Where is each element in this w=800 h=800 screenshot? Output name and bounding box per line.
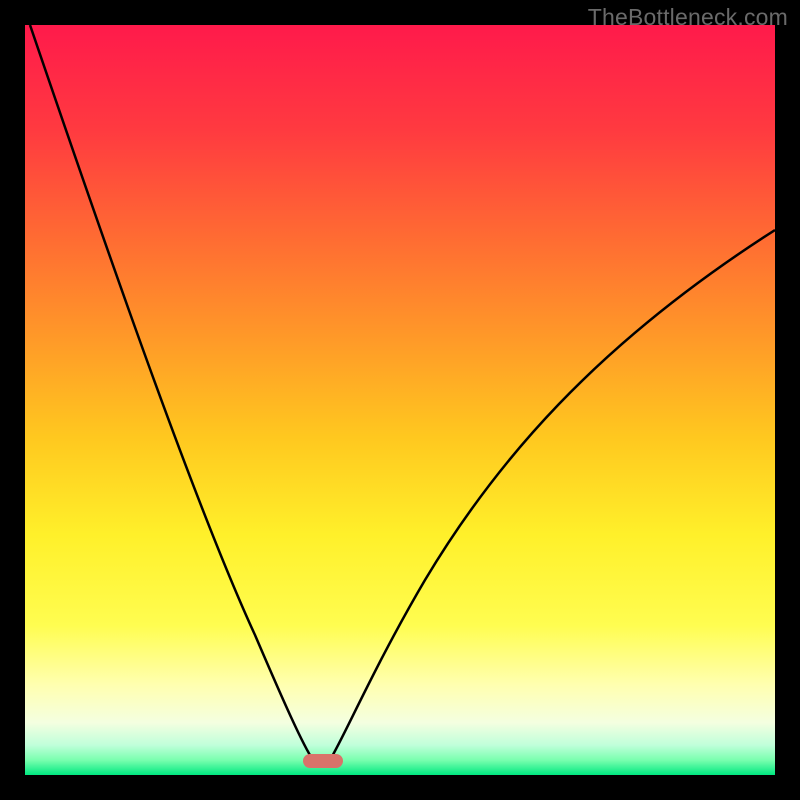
chart-svg [25, 25, 775, 775]
bottleneck-chart [25, 25, 775, 775]
min-marker [303, 754, 343, 768]
watermark-text: TheBottleneck.com [588, 4, 788, 31]
gradient-background [25, 25, 775, 775]
